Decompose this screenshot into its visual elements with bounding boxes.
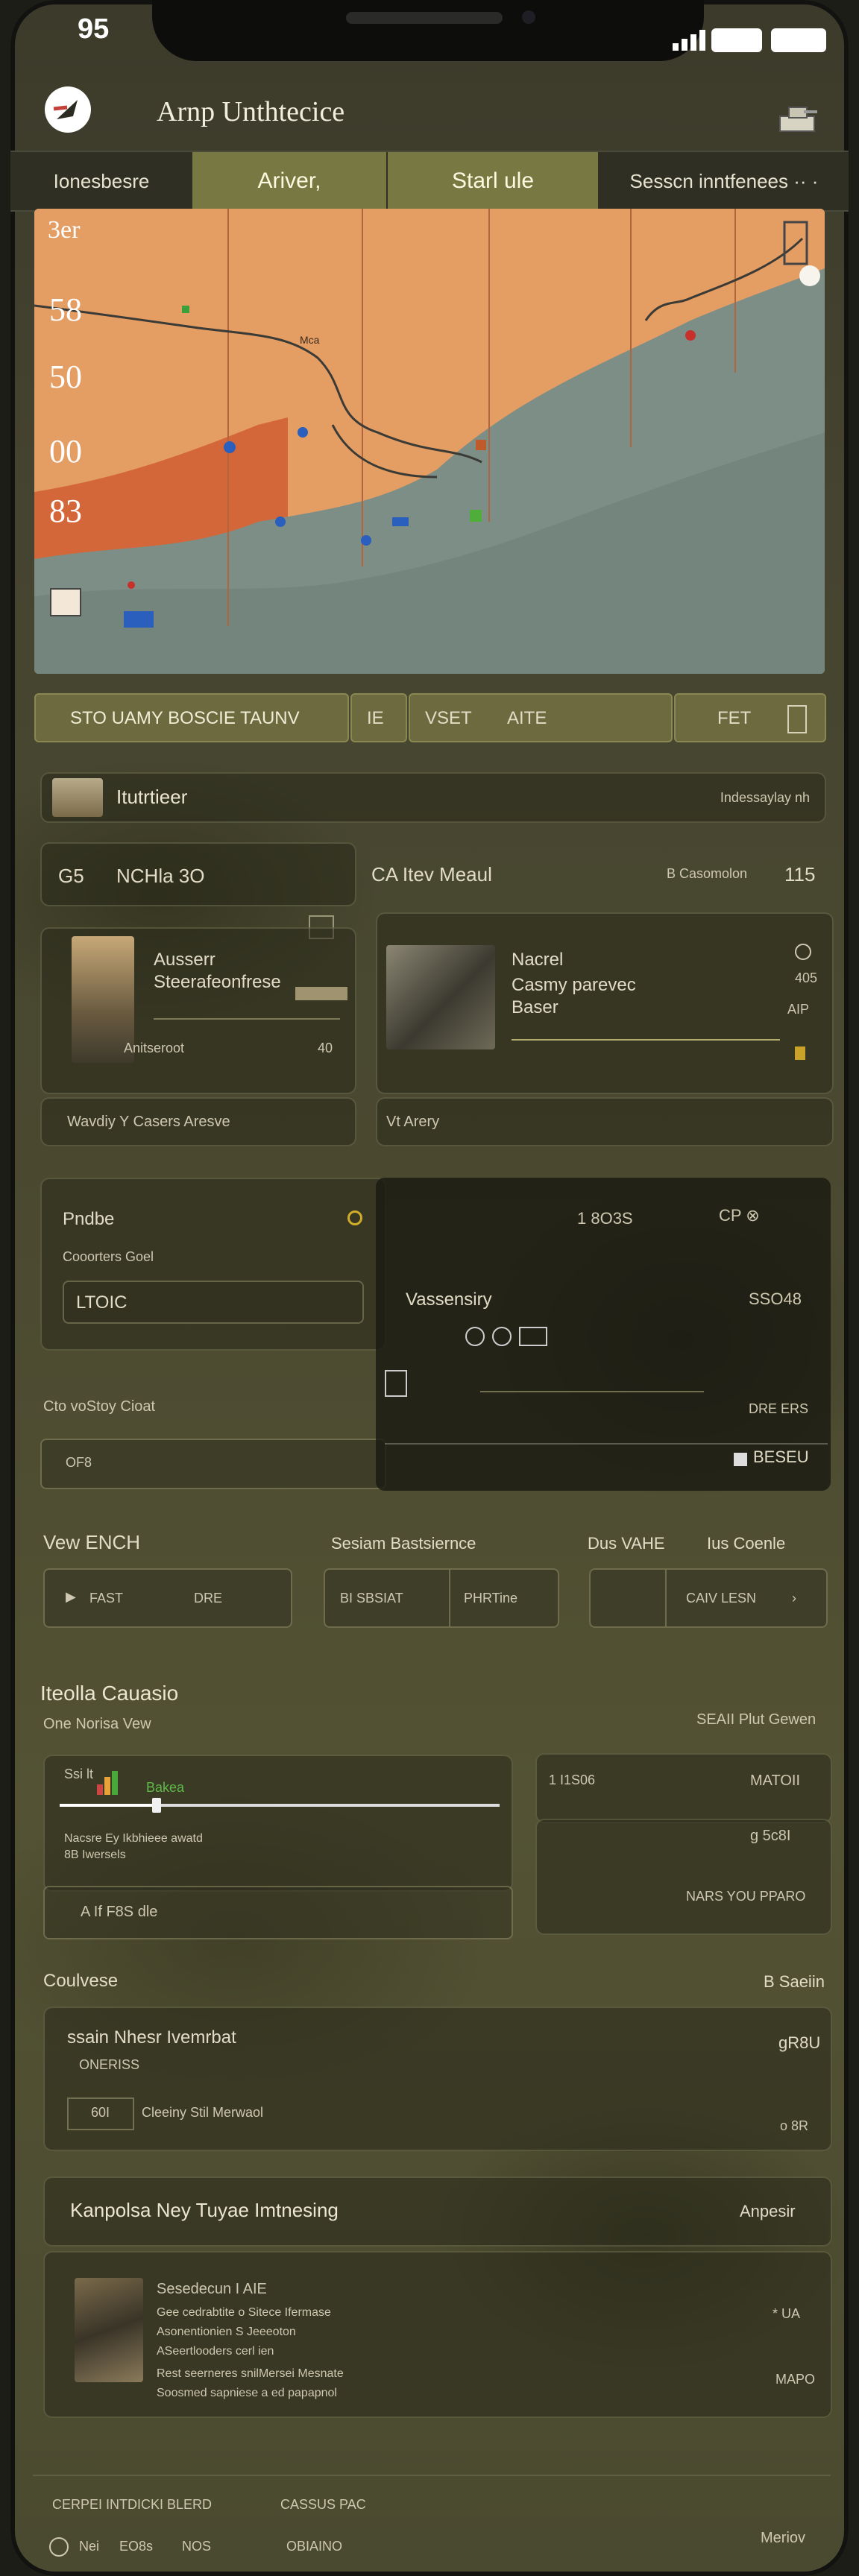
slider-thumb[interactable] xyxy=(151,1798,161,1813)
squad-thumbnail xyxy=(386,945,495,1049)
knowledge-header[interactable]: Kanpolsa Ney Tuyae Imtnesing Anpesir xyxy=(43,2176,832,2247)
profile-field-2[interactable]: OF8 xyxy=(40,1439,386,1489)
profile-panel: Pndbe Cooorters Goel LTOIC xyxy=(40,1178,386,1351)
card-header-left: G5 NCHla 3O xyxy=(40,842,356,906)
play-icon: ▶ xyxy=(66,1589,76,1604)
deploy-button[interactable]: STO UAMY BOSCIE TAUNV xyxy=(34,693,349,742)
filter-bi-sbsiat[interactable]: BI SBSIAT PHRTine xyxy=(324,1568,559,1628)
compass-icon xyxy=(53,100,78,119)
card-footer-left[interactable]: Wavdiy Y Casers Aresve xyxy=(40,1097,356,1146)
unit-card-left[interactable]: Ausserr Steerafeonfrese Anitseroot 40 xyxy=(40,927,356,1094)
knowledge-thumbnail xyxy=(75,2278,143,2382)
media-title: Iteolla Cauasio xyxy=(40,1682,179,1705)
filter-col3-right: Ius Coenle xyxy=(707,1534,786,1553)
map-small-label: Mca xyxy=(300,334,320,346)
map-terrain xyxy=(34,209,825,674)
footer-left: CERPEI INTDICKI BLERD xyxy=(52,2497,213,2512)
media-right-2[interactable]: g 5c8I NARS YOU PPARO xyxy=(535,1819,832,1935)
gold-medal-icon xyxy=(347,1210,362,1225)
course-panel[interactable]: ssain Nhesr Ivemrbat ONERISS gR8U 60I Cl… xyxy=(43,2007,832,2151)
map-label-3: 50 xyxy=(49,359,82,395)
app-logo[interactable] xyxy=(45,86,91,133)
fet-button[interactable]: FET xyxy=(674,693,826,742)
rank-badge-icon xyxy=(295,987,347,1000)
media-sub: One Norisa Vew xyxy=(43,1716,151,1732)
speaker xyxy=(346,12,503,24)
status-time: 95 xyxy=(78,13,110,45)
footer-nav-4[interactable]: OBIAINO xyxy=(286,2539,342,2554)
chart-icon xyxy=(97,1771,124,1795)
tactical-map[interactable]: 3er 58 50 00 83 Mca xyxy=(34,209,825,674)
course-count: 60I xyxy=(67,2097,134,2130)
card-header-right-meta: B Casomolon xyxy=(667,866,748,881)
map-label-2: 58 xyxy=(49,291,82,328)
tab-bar: Ionesbesre Ariver, Starl ule Sesscn innt… xyxy=(10,151,849,212)
media-right: SEAII Plut Gewen xyxy=(696,1711,816,1728)
map-label-4: 00 xyxy=(49,433,82,470)
intel-dark-panel: 1 8O3S CP ⊗ Vassensiry SSO48 DRE ERS BES… xyxy=(376,1178,831,1491)
card-header-right-num: 115 xyxy=(784,863,816,886)
course-title: Coulvese xyxy=(43,1971,119,1991)
media-right-1[interactable]: 1 I1S06 MATOII xyxy=(535,1753,832,1823)
camera xyxy=(522,10,535,24)
notch xyxy=(152,0,704,61)
signal-icon xyxy=(673,30,705,51)
wifi-indicator xyxy=(711,28,762,52)
search-thumbnail xyxy=(52,778,103,817)
footer-divider xyxy=(33,2475,831,2476)
tab-sesscn[interactable]: Sesscn inntfenees ·· · xyxy=(600,152,849,210)
timeline-slider[interactable] xyxy=(60,1798,500,1813)
weapon-icons xyxy=(465,1327,555,1346)
ie-button[interactable]: IE xyxy=(350,693,407,742)
knowledge-item[interactable]: Sesedecun I AIE Gee cedrabtite o Sitece … xyxy=(43,2251,832,2418)
map-label-1: 3er xyxy=(48,216,81,244)
filter-fast[interactable]: ▶ FAST DRE xyxy=(43,1568,292,1628)
tab-ariver[interactable]: Ariver, xyxy=(192,152,386,210)
page-title: Arnp Unthtecice xyxy=(157,96,345,127)
device-icon xyxy=(787,705,807,733)
save-icon xyxy=(734,1452,747,1466)
tab-ionesbesre[interactable]: Ionesbesre xyxy=(10,152,192,210)
filter-col1-title: Vew ENCH xyxy=(43,1531,141,1553)
beseu-button[interactable]: BESEU xyxy=(734,1448,809,1467)
footer-nav-2[interactable]: EO8s xyxy=(119,2539,153,2554)
search-right: Indessaylay nh xyxy=(720,790,810,805)
filter-caiv-lesn[interactable]: CAIV LESN › xyxy=(589,1568,828,1628)
course-right: B Saeiin xyxy=(764,1972,825,1991)
unit-card-right[interactable]: Nacrel Casmy parevec Baser 405 AIP xyxy=(376,912,834,1094)
file-icon[interactable] xyxy=(385,1370,407,1397)
footer-nav-3[interactable]: NOS xyxy=(182,2539,211,2554)
search-row[interactable]: Itutrtieer Indessaylay nh xyxy=(40,772,826,823)
tab-starl-ule[interactable]: Starl ule xyxy=(388,152,598,210)
home-icon[interactable] xyxy=(49,2537,69,2557)
phone-screen: 95 Arnp Unthtecice Ionesbesre Ariver, St… xyxy=(10,0,849,2576)
filter-col2-title: Sesiam Bastsiernce xyxy=(331,1534,476,1553)
lock-icon xyxy=(795,1046,805,1060)
footer-nav-1[interactable]: Nei xyxy=(79,2539,99,2554)
settings-icon[interactable] xyxy=(795,944,811,960)
battery-icon xyxy=(771,28,826,52)
search-label: Itutrtieer xyxy=(116,786,188,808)
code-input[interactable]: LTOIC xyxy=(63,1281,364,1324)
card-header-right-title: CA Itev Meaul xyxy=(371,863,492,886)
profile-below-label: Cto voStoy Cioat xyxy=(43,1398,156,1415)
chevron-right-icon: › xyxy=(792,1591,796,1606)
tank-icon[interactable] xyxy=(777,103,819,136)
media-player-panel: Ssi lt Bakea Nacsre Ey Ikbhieee awatd 8B… xyxy=(43,1755,513,1892)
footer-mid: CASSUS PAC xyxy=(280,2497,366,2512)
footer-right[interactable]: Meriov xyxy=(761,2530,805,2547)
vset-button[interactable]: VSET AITE xyxy=(409,693,673,742)
map-label-5: 83 xyxy=(49,493,82,529)
media-bottom-row[interactable]: A If F8S dle xyxy=(43,1886,513,1939)
card-footer-right[interactable]: Vt Arery xyxy=(376,1097,834,1146)
filter-col3-title: Dus VAHE xyxy=(588,1534,665,1553)
